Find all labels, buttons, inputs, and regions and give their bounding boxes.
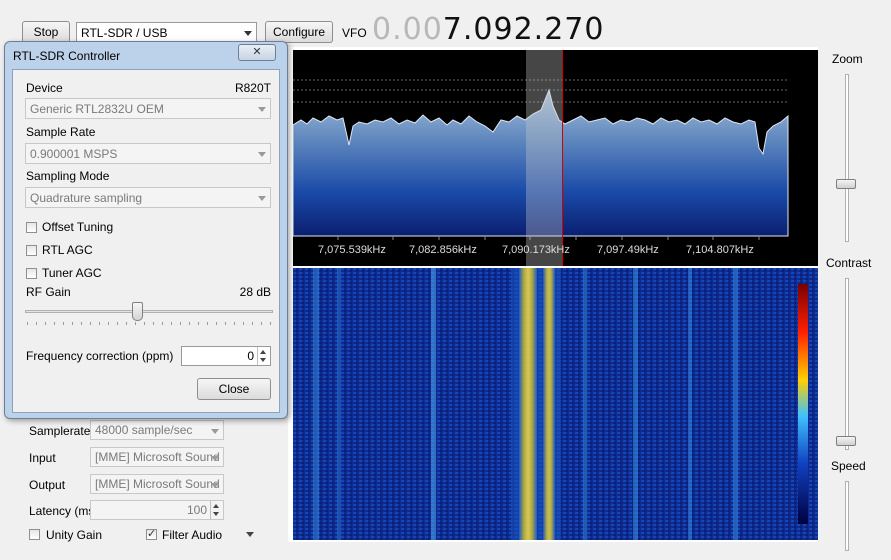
output-label: Output (29, 478, 66, 492)
configure-button[interactable]: Configure (265, 21, 333, 43)
sample-rate-label: Sample Rate (26, 125, 96, 139)
input-select[interactable]: [MME] Microsoft Sound (90, 447, 224, 467)
freq-correction-spinner[interactable] (257, 347, 270, 365)
filter-audio-label: Filter Audio (162, 528, 223, 542)
contrast-slider-thumb[interactable] (836, 436, 856, 446)
waterfall-carrier (337, 268, 341, 540)
rf-gain-slider-ticks (27, 322, 271, 325)
freq-tick-label: 7,075.539kHz (318, 244, 386, 256)
dialog-title: RTL-SDR Controller (13, 49, 121, 63)
freq-correction-label: Frequency correction (ppm) (26, 349, 174, 363)
latency-spinner[interactable] (210, 501, 223, 519)
freq-correction-input[interactable]: 0 (181, 346, 271, 366)
chevron-down-icon (258, 152, 266, 157)
rtl-agc-checkbox[interactable] (26, 245, 37, 256)
device-tuner-label: R820T (234, 81, 271, 95)
input-value: [MME] Microsoft Sound (95, 450, 220, 464)
speed-slider-track[interactable] (845, 481, 849, 551)
vfo-frequency-value: 7.092.270 (442, 12, 605, 47)
contrast-slider-track[interactable] (845, 278, 849, 450)
samplerate-value: 48000 sample/sec (95, 423, 193, 437)
panel-collapse-icon[interactable] (246, 532, 254, 537)
contrast-label: Contrast (826, 256, 872, 270)
waterfall-carrier (431, 268, 436, 540)
close-button[interactable]: Close (197, 378, 271, 400)
dialog-close-button[interactable]: ✕ (238, 44, 276, 61)
offset-tuning-label: Offset Tuning (42, 220, 114, 234)
samplerate-select[interactable]: 48000 sample/sec (90, 420, 224, 440)
rtl-sdr-controller-dialog: RTL-SDR Controller ✕ Device R820T Generi… (4, 41, 288, 419)
filter-audio-checkbox[interactable] (146, 527, 157, 540)
waterfall-carrier (313, 268, 319, 540)
waterfall-signal (543, 268, 555, 540)
source-select-value: RTL-SDR / USB (81, 26, 168, 40)
waterfall-display[interactable] (293, 268, 818, 540)
sampling-mode-label: Sampling Mode (26, 169, 110, 183)
speed-label: Speed (831, 459, 866, 473)
device-label: Device (26, 81, 63, 95)
vfo-label: VFO (342, 26, 367, 40)
latency-input[interactable]: 100 (90, 500, 224, 520)
rf-gain-slider-thumb[interactable] (131, 302, 143, 321)
sampling-mode-select[interactable]: Quadrature sampling (25, 187, 271, 208)
freq-tick-label: 7,097.49kHz (597, 244, 659, 256)
rf-gain-label: RF Gain (26, 285, 71, 299)
tuner-agc-checkbox[interactable] (26, 268, 37, 279)
device-value: Generic RTL2832U OEM (30, 102, 164, 116)
latency-label: Latency (ms) (29, 504, 99, 518)
source-select[interactable]: RTL-SDR / USB (76, 22, 257, 43)
waterfall-color-scale (798, 284, 808, 524)
waterfall-image (293, 268, 818, 540)
freq-tick-label: 7,090.173kHz (502, 244, 570, 256)
output-value: [MME] Microsoft Sound (95, 477, 220, 491)
chevron-down-icon (211, 429, 219, 434)
sample-rate-value: 0.900001 MSPS (30, 147, 118, 161)
freq-tick-label: 7,082.856kHz (409, 244, 477, 256)
sample-rate-select[interactable]: 0.900001 MSPS (25, 143, 271, 164)
chevron-down-icon (258, 107, 266, 112)
chevron-down-icon (258, 196, 266, 201)
tuner-agc-label: Tuner AGC (42, 266, 102, 280)
chevron-down-icon (211, 483, 219, 488)
device-select[interactable]: Generic RTL2832U OEM (25, 98, 271, 119)
output-select[interactable]: [MME] Microsoft Sound (90, 474, 224, 494)
zoom-label: Zoom (832, 52, 863, 66)
rtl-agc-label: RTL AGC (42, 243, 93, 257)
input-label: Input (29, 451, 56, 465)
filter-passband[interactable] (526, 50, 563, 266)
freq-tick-label: 7,104.807kHz (686, 244, 754, 256)
vfo-frequency-dim: 0.00 (372, 12, 443, 47)
stop-button[interactable]: Stop (22, 21, 70, 43)
rf-gain-value: 28 dB (239, 285, 271, 299)
close-icon: ✕ (252, 46, 262, 58)
vfo-frequency-display[interactable]: 0.007.092.270 (372, 12, 604, 47)
freq-correction-value: 0 (247, 349, 254, 363)
latency-value: 100 (186, 503, 207, 517)
zoom-slider-thumb[interactable] (836, 179, 856, 189)
offset-tuning-checkbox[interactable] (26, 222, 37, 233)
sampling-mode-value: Quadrature sampling (30, 191, 143, 205)
vfo-marker-line[interactable] (562, 50, 563, 266)
waterfall-signal (519, 268, 537, 540)
chevron-down-icon (211, 456, 219, 461)
unity-gain-label: Unity Gain (46, 528, 103, 542)
rf-gain-slider-track[interactable] (25, 310, 273, 313)
zoom-slider-track[interactable] (845, 74, 849, 242)
dialog-body: Device R820T Generic RTL2832U OEM Sample… (12, 69, 280, 413)
samplerate-label: Samplerate (29, 424, 91, 438)
unity-gain-checkbox[interactable] (29, 529, 40, 540)
spectrum-analyzer[interactable]: 7,075.539kHz 7,082.856kHz 7,090.173kHz 7… (293, 50, 818, 266)
chevron-down-icon (244, 31, 252, 36)
